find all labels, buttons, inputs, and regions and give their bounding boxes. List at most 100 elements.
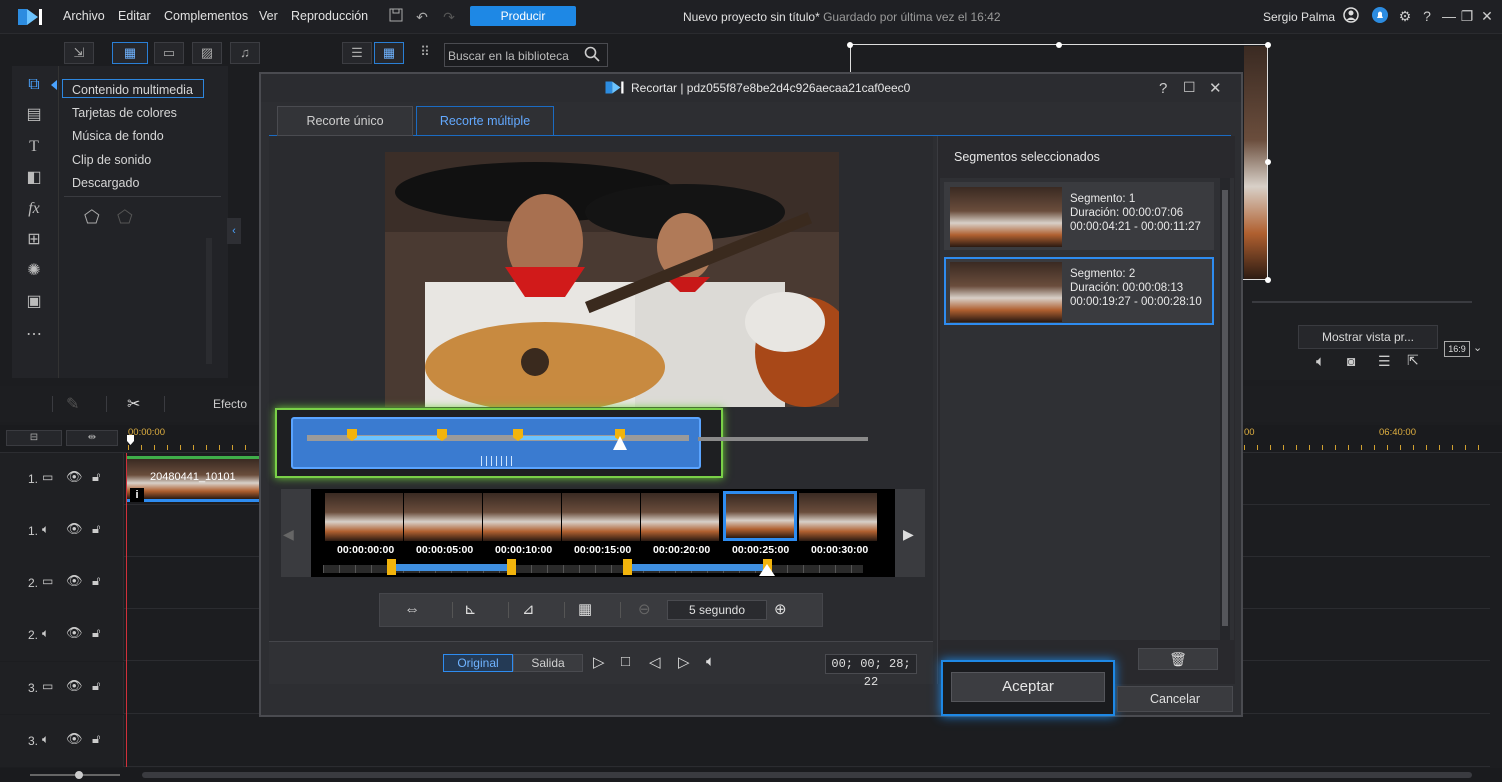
segment-2-in-handle[interactable] [623,559,632,575]
library-item-downloaded[interactable]: Descargado [72,176,139,190]
filmstrip[interactable]: 00:00:00:00 00:00:05:00 00:00:10:00 00:0… [311,489,895,577]
segment-1-out-handle[interactable] [507,559,516,575]
track-manager-icon[interactable]: ⊟ [6,430,62,446]
segment-item-2[interactable]: Segmento: 2 Duración: 00:00:08:13 00:00:… [944,257,1214,325]
library-item-sound-clips[interactable]: Clip de sonido [72,153,151,167]
eye-icon[interactable]: 👁︎ [66,678,83,694]
lock-icon[interactable]: 🔓︎ [92,469,100,485]
fit-timeline-icon[interactable]: ⇹ [66,430,118,446]
transition-room-icon[interactable]: ◧ [21,167,47,189]
filmstrip-frame-selected[interactable] [723,491,797,541]
library-item-background-music[interactable]: Música de fondo [72,129,164,143]
resize-handle[interactable] [1056,42,1062,48]
chevron-down-icon[interactable]: ⌄ [1473,341,1482,354]
lock-icon[interactable]: 🔓︎ [92,573,100,589]
preview-scrubber[interactable] [1252,301,1472,303]
subtitle-room-icon[interactable]: ▣ [21,291,47,313]
segment-item-1[interactable]: Segmento: 1 Duración: 00:00:07:06 00:00:… [944,182,1214,250]
filmstrip-frame[interactable] [562,493,640,541]
detect-scenes-icon[interactable]: ▦ [578,600,592,618]
filmstrip-prev-icon[interactable]: ◀ [283,526,294,543]
minimize-icon[interactable]: — [1440,7,1458,25]
zoom-slider-handle[interactable] [75,771,83,779]
lock-icon[interactable]: 🔓︎ [92,625,100,641]
template-room-icon[interactable]: ▤ [21,104,47,126]
help-icon[interactable]: ? [1159,80,1167,97]
music-filter-icon[interactable]: ♫ [230,42,260,64]
tab-single-trim[interactable]: Recorte único [277,106,413,136]
eye-icon[interactable]: 👁︎ [66,731,83,747]
effect-room-icon[interactable]: fx [21,198,47,220]
volume-icon[interactable]: 🔈︎ [1316,353,1325,370]
overview-drag-grip[interactable] [481,456,513,466]
segments-scrollbar-thumb[interactable] [1222,190,1228,626]
lock-icon[interactable]: 🔓︎ [92,678,100,694]
pip-room-icon[interactable]: ⊞ [21,229,47,251]
mark-in-icon[interactable]: ⊾ [464,600,477,618]
zoom-in-icon[interactable]: ⊕ [774,600,787,618]
subtitle-icon[interactable]: ☰ [1378,353,1391,370]
tab-multi-trim[interactable]: Recorte múltiple [416,106,554,136]
close-icon[interactable]: ✕ [1478,7,1496,25]
menu-complementos[interactable]: Complementos [164,9,248,23]
notification-icon[interactable] [1371,7,1389,25]
effect-button[interactable]: Efecto [213,397,247,411]
library-item-color-boards[interactable]: Tarjetas de colores [72,106,177,120]
more-rooms-icon[interactable]: ⋯ [21,324,47,346]
filmstrip-frame[interactable] [483,493,561,541]
delete-segment-icon[interactable]: 🗑︎ [1138,648,1218,670]
eye-icon[interactable]: 👁︎ [66,573,83,589]
resize-handle[interactable] [1265,159,1271,165]
playhead-handle[interactable] [127,435,134,445]
account-icon[interactable] [1342,7,1360,25]
menu-reproduccion[interactable]: Reproducción [291,9,368,23]
menu-editar[interactable]: Editar [118,9,151,23]
stop-icon[interactable]: □ [621,653,630,670]
resize-handle[interactable] [847,42,853,48]
image-filter-icon[interactable]: ▨ [192,42,222,64]
film-filter-icon[interactable]: ▭ [154,42,184,64]
import-media-icon[interactable]: ⇲ [64,42,94,64]
eye-icon[interactable]: 👁︎ [66,521,83,537]
filmstrip-frame[interactable] [404,493,482,541]
zoom-out-icon[interactable]: ⊖ [638,600,651,618]
filmstrip-frame[interactable] [641,493,719,541]
resize-handle[interactable] [1265,42,1271,48]
search-icon[interactable] [584,46,600,66]
zoom-level-selector[interactable]: 5 segundo [667,600,767,620]
title-room-icon[interactable]: T [21,136,47,158]
collapse-panel-icon[interactable]: ‹ [227,218,241,244]
segments-scrollbar[interactable] [1220,178,1230,640]
original-view-button[interactable]: Original [443,654,513,672]
aspect-ratio-selector[interactable]: 16:9 [1444,341,1470,357]
remove-tag-icon[interactable]: ⬠ [117,207,133,228]
library-scrollbar[interactable] [206,238,212,364]
mark-out-icon[interactable]: ⊿ [522,600,535,618]
user-name[interactable]: Sergio Palma [1263,10,1335,24]
media-room-icon[interactable]: ⧉ [21,74,47,96]
eye-icon[interactable]: 👁︎ [66,625,83,641]
maximize-icon[interactable]: ☐ [1183,79,1196,96]
filmstrip-frame[interactable] [799,493,877,541]
more-view-icon[interactable]: ⠿ [410,42,440,64]
resize-handle[interactable] [1265,277,1271,283]
help-icon[interactable]: ? [1418,7,1436,25]
previous-frame-icon[interactable]: ◁ [649,653,661,671]
filmstrip-next-icon[interactable]: ▶ [903,526,914,543]
filmstrip-frame[interactable] [325,493,403,541]
full-preview-button[interactable]: Mostrar vista pr... [1298,325,1438,349]
scissors-icon[interactable]: ✂ [127,394,140,414]
video-filter-icon[interactable]: ▦ [112,42,148,64]
menu-archivo[interactable]: Archivo [63,9,105,23]
clip-info-icon[interactable]: i [130,488,144,502]
cancel-button[interactable]: Cancelar [1117,686,1233,712]
particle-room-icon[interactable]: ✺ [21,260,47,282]
restore-icon[interactable]: ❐ [1458,7,1476,25]
snapshot-camera-icon[interactable]: ◙ [1347,353,1355,369]
redo-icon[interactable]: ↷ [440,8,458,26]
undock-icon[interactable]: ⇱ [1407,352,1419,369]
timeline-scrollbar[interactable] [142,772,1472,778]
eye-icon[interactable]: 👁︎ [66,469,83,485]
add-tag-icon[interactable]: ⬠ [84,207,100,228]
settings-gear-icon[interactable]: ⚙ [1396,7,1414,25]
